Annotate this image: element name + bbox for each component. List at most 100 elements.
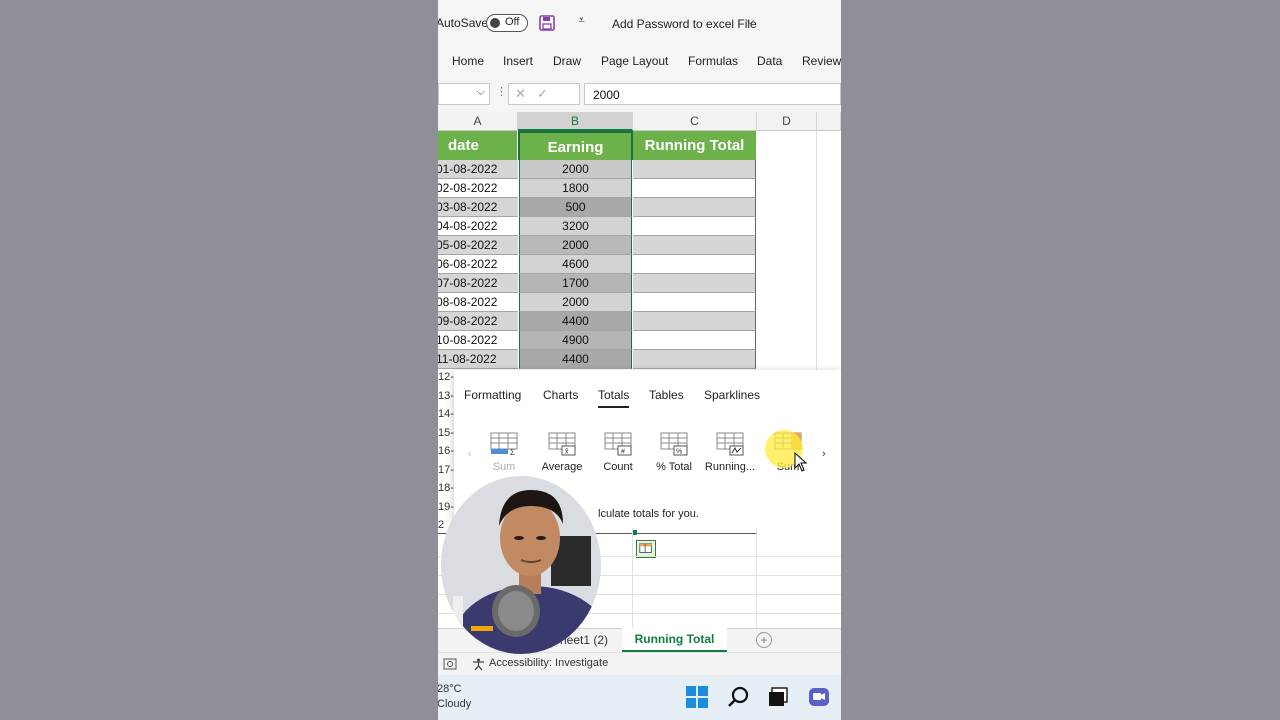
qa-item-running-total[interactable]: Running... <box>700 432 760 480</box>
tab-page-layout[interactable]: Page Layout <box>601 54 668 68</box>
cell-running-total[interactable] <box>633 331 756 350</box>
cell-earning[interactable]: 2000 <box>519 236 632 255</box>
enter-icon[interactable]: ✓ <box>537 86 548 102</box>
cell-date[interactable]: 09-08-2022 <box>438 312 518 331</box>
qa-tab-sparklines[interactable]: Sparklines <box>704 388 760 402</box>
document-title[interactable]: Add Password to excel File <box>612 17 757 31</box>
row-number: 18- <box>438 482 454 494</box>
cell-earning[interactable]: 2000 <box>519 160 632 179</box>
qa-tab-totals[interactable]: Totals <box>598 388 630 408</box>
header-running-total[interactable]: Running Total <box>633 131 757 160</box>
webcam-overlay <box>441 476 601 654</box>
qa-item-label: Running... <box>704 461 756 473</box>
row-number: 14- <box>438 408 454 420</box>
cell-date[interactable]: 01-08-2022 <box>438 160 518 179</box>
row-numbers: 12- 13- 14- 15- 16- 17- 18- 19- 2 <box>438 368 454 535</box>
sum-icon: Σ <box>490 432 518 456</box>
formula-input[interactable]: 2000 <box>584 83 841 105</box>
cell-date[interactable]: 10-08-2022 <box>438 331 518 350</box>
tab-data[interactable]: Data <box>757 54 782 68</box>
cell-date[interactable]: 08-08-2022 <box>438 293 518 312</box>
cell-running-total[interactable] <box>633 236 756 255</box>
autosave-toggle[interactable]: Off <box>486 14 528 32</box>
tab-insert[interactable]: Insert <box>503 54 533 68</box>
cell-running-total[interactable] <box>633 274 756 293</box>
header-earning[interactable]: Earning <box>518 131 633 160</box>
weather-condition[interactable]: Cloudy <box>438 698 471 710</box>
cell-earning[interactable]: 4400 <box>519 350 632 369</box>
running-total-icon <box>716 432 744 456</box>
cell-running-total[interactable] <box>633 160 756 179</box>
cell-date[interactable]: 07-08-2022 <box>438 274 518 293</box>
cell-running-total[interactable] <box>633 350 756 369</box>
column-header-d[interactable]: D <box>757 112 817 131</box>
windows-start-icon[interactable] <box>686 686 708 708</box>
add-sheet-icon[interactable]: + <box>756 632 772 648</box>
chevron-down-icon[interactable]: ⌵ <box>746 15 754 28</box>
scroll-left-icon[interactable]: ‹ <box>468 448 472 460</box>
column-header-a[interactable]: A <box>438 112 518 131</box>
svg-text:Σ: Σ <box>510 448 515 456</box>
cell-earning[interactable]: 4900 <box>519 331 632 350</box>
qa-tab-formatting[interactable]: Formatting <box>464 388 521 402</box>
task-view-icon[interactable] <box>768 687 788 707</box>
qa-tab-tables[interactable]: Tables <box>649 388 684 402</box>
svg-text:#: # <box>621 449 625 456</box>
accessibility-status[interactable]: Accessibility: Investigate <box>489 657 608 669</box>
tab-home[interactable]: Home <box>452 54 484 68</box>
autosave-state: Off <box>505 16 520 28</box>
name-box[interactable]: ⌵ <box>438 83 490 105</box>
cell-earning[interactable]: 2000 <box>519 293 632 312</box>
cell-date[interactable]: 06-08-2022 <box>438 255 518 274</box>
qa-item-percent-total[interactable]: % % Total <box>644 432 704 480</box>
accessibility-icon[interactable] <box>472 658 485 671</box>
cell-earning[interactable]: 4600 <box>519 255 632 274</box>
cell-date[interactable]: 02-08-2022 <box>438 179 518 198</box>
cell-running-total[interactable] <box>633 179 756 198</box>
tab-review[interactable]: Review <box>802 54 841 68</box>
cell-date[interactable]: 03-08-2022 <box>438 198 518 217</box>
cancel-icon[interactable]: ✕ <box>515 86 526 102</box>
qa-item-average[interactable]: x̄ Average <box>532 432 592 480</box>
cell-running-total[interactable] <box>633 198 756 217</box>
taskbar: 28°C Cloudy <box>438 675 841 720</box>
cell-earning[interactable]: 3200 <box>519 217 632 236</box>
cell-earning[interactable]: 1800 <box>519 179 632 198</box>
qa-item-count[interactable]: # Count <box>588 432 648 480</box>
scroll-right-icon[interactable]: › <box>822 448 826 460</box>
qa-item-label: Sum <box>492 461 516 473</box>
sheet-tab-running-total[interactable]: Running Total <box>622 628 727 653</box>
weather-temperature[interactable]: 28°C <box>438 683 462 695</box>
cell-earning[interactable]: 1700 <box>519 274 632 293</box>
status-bar: Accessibility: Investigate <box>438 652 841 675</box>
mouse-cursor-icon <box>794 452 808 472</box>
quick-analysis-icon <box>639 543 652 553</box>
cell-running-total[interactable] <box>633 312 756 331</box>
qa-item-sum[interactable]: Σ Sum <box>474 432 534 480</box>
search-icon[interactable] <box>728 686 750 708</box>
row-number: 13- <box>438 389 454 402</box>
cell-running-total[interactable] <box>633 255 756 274</box>
cell-running-total[interactable] <box>633 293 756 312</box>
macro-record-icon[interactable] <box>443 658 457 670</box>
teams-chat-icon[interactable] <box>808 686 830 708</box>
column-header-b[interactable]: B <box>518 112 633 131</box>
formula-bar: ⌵ ⋮ ✕ ✓ fx 2000 <box>438 76 841 112</box>
column-header-c[interactable]: C <box>633 112 757 131</box>
row-number: 17- <box>438 463 454 476</box>
cell-date[interactable]: 11-08-2022 <box>438 350 518 369</box>
column-header-e[interactable] <box>817 112 841 131</box>
customize-qat-icon[interactable]: ⩡ <box>578 13 585 28</box>
cell-running-total[interactable] <box>633 217 756 236</box>
tab-formulas[interactable]: Formulas <box>688 54 738 68</box>
cell-date[interactable]: 05-08-2022 <box>438 236 518 255</box>
cell-earning[interactable]: 500 <box>519 198 632 217</box>
tab-draw[interactable]: Draw <box>553 54 581 68</box>
qa-tab-charts[interactable]: Charts <box>543 388 578 402</box>
cell-earning[interactable]: 4400 <box>519 312 632 331</box>
save-icon[interactable] <box>539 15 555 31</box>
count-icon: # <box>604 432 632 456</box>
chevron-down-icon[interactable]: ⌵ <box>477 86 485 99</box>
cell-date[interactable]: 04-08-2022 <box>438 217 518 236</box>
header-date[interactable]: date <box>438 131 518 160</box>
